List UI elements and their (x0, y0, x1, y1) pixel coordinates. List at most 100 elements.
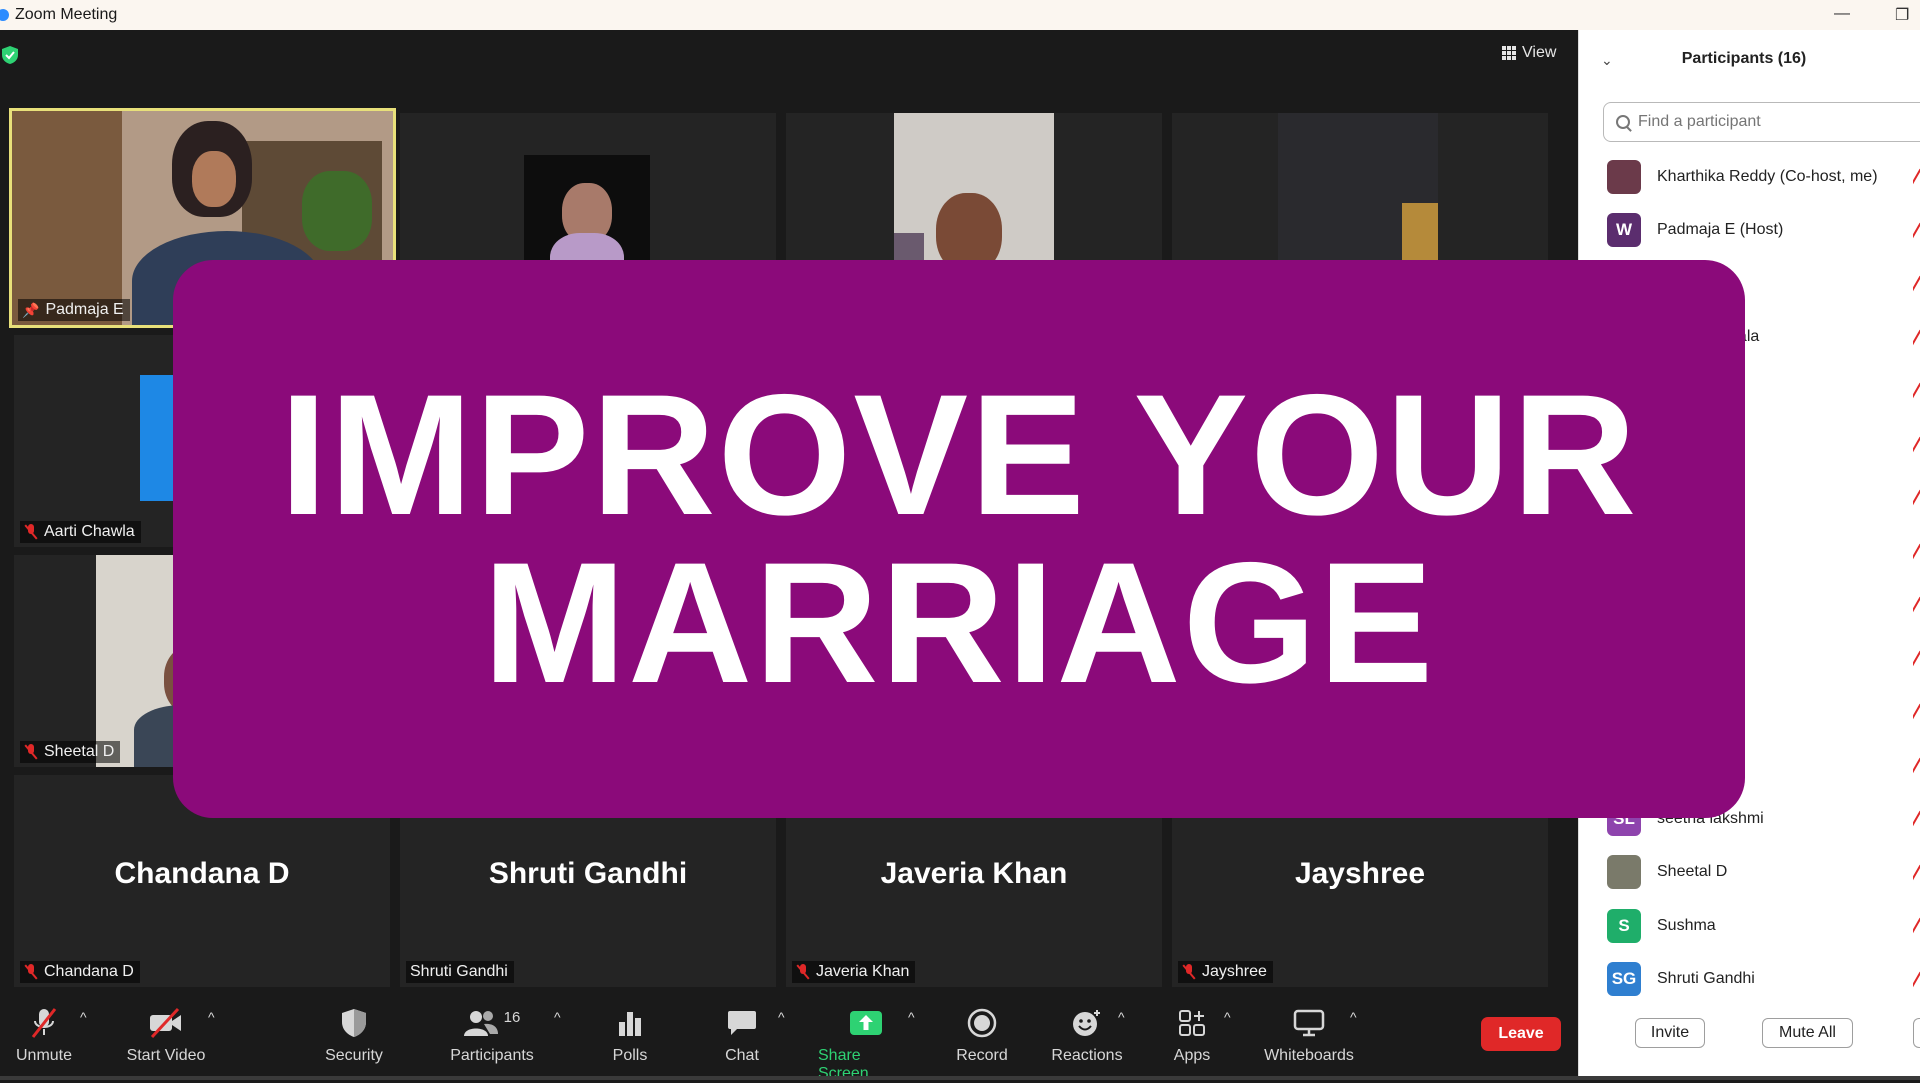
participant-row-name: Shruti Gandhi (1657, 970, 1755, 988)
muted-mic-icon[interactable] (1913, 810, 1920, 828)
chat-bubble-icon (728, 1011, 756, 1035)
participant-name-tag: Aarti Chawla (20, 521, 141, 543)
leave-button[interactable]: Leave (1481, 1017, 1561, 1051)
title-bar: Zoom Meeting — ❐ (0, 0, 1920, 30)
participant-name-tag: Jayshree (1178, 961, 1273, 983)
bottom-edge (0, 1076, 1920, 1080)
participant-name: Padmaja E (45, 301, 124, 318)
whiteboards-options-caret[interactable]: ^ (1350, 1009, 1357, 1025)
whiteboards-button[interactable]: Whiteboards (1262, 1007, 1356, 1065)
apps-options-caret[interactable]: ^ (1224, 1009, 1231, 1025)
participant-avatar (1607, 159, 1641, 194)
reactions-button[interactable]: Reactions (1051, 1007, 1123, 1065)
participant-avatar (1607, 855, 1641, 890)
apps-button[interactable]: Apps (1170, 1007, 1214, 1065)
apps-label: Apps (1173, 1047, 1211, 1064)
muted-mic-icon[interactable] (1913, 436, 1920, 454)
participants-icon (463, 1011, 498, 1036)
share-options-caret[interactable]: ^ (908, 1009, 915, 1025)
participant-row[interactable]: S Sushma (1579, 899, 1920, 953)
participants-button[interactable]: 16 Participants (448, 1007, 536, 1065)
security-button[interactable]: Security (322, 1007, 386, 1065)
more-button[interactable] (1913, 1018, 1920, 1048)
muted-mic-icon (24, 524, 38, 540)
view-label: View (1522, 44, 1557, 61)
participant-name: Javeria Khan (816, 963, 910, 980)
participant-search[interactable] (1603, 102, 1920, 142)
participant-count: 16 (503, 1008, 521, 1026)
record-button[interactable]: Record (956, 1007, 1008, 1065)
record-icon (967, 1008, 997, 1038)
participant-row-name: Kharthika Reddy (Co-host, me) (1657, 167, 1878, 185)
meeting-toolbar: Unmute ^ Start Video ^ Security 16 Parti… (0, 993, 1578, 1083)
view-button[interactable]: View (1502, 44, 1556, 62)
muted-mic-icon[interactable] (1913, 596, 1920, 614)
participants-options-caret[interactable]: ^ (554, 1009, 561, 1025)
reactions-label: Reactions (1051, 1047, 1123, 1064)
unmute-label: Unmute (15, 1047, 73, 1064)
chat-options-caret[interactable]: ^ (778, 1009, 785, 1025)
muted-mic-icon[interactable] (1913, 168, 1920, 186)
participant-display-name: Javeria Khan (880, 857, 1068, 890)
participant-row[interactable]: Sheetal D (1579, 846, 1920, 900)
muted-mic-icon[interactable] (1913, 275, 1920, 293)
participant-display-name: Jayshree (1294, 857, 1426, 890)
participant-name: Aarti Chawla (44, 523, 135, 540)
muted-mic-icon[interactable] (1913, 971, 1920, 989)
share-screen-button[interactable]: Share Screen (818, 1007, 914, 1083)
start-video-label: Start Video (126, 1047, 206, 1064)
reactions-options-caret[interactable]: ^ (1118, 1009, 1125, 1025)
participant-avatar: W (1607, 213, 1641, 248)
participant-search-input[interactable] (1638, 113, 1908, 131)
participant-name: Sheetal D (44, 743, 115, 760)
participant-name-tag: Javeria Khan (792, 961, 916, 983)
muted-mic-icon[interactable] (1913, 917, 1920, 935)
muted-mic-icon (1182, 964, 1196, 980)
encryption-shield-icon[interactable] (2, 46, 18, 64)
participant-row[interactable]: Kharthika Reddy (Co-host, me) (1579, 150, 1920, 204)
mute-all-button[interactable]: Mute All (1762, 1018, 1853, 1048)
participant-row[interactable]: SG Shruti Gandhi (1579, 953, 1920, 1007)
start-video-button[interactable]: Start Video (124, 1007, 208, 1065)
grid-view-icon (1502, 46, 1516, 60)
shield-icon (342, 1009, 366, 1037)
video-options-caret[interactable]: ^ (208, 1009, 215, 1025)
invite-button[interactable]: Invite (1635, 1018, 1705, 1048)
audio-options-caret[interactable]: ^ (80, 1009, 87, 1025)
participant-name: Jayshree (1202, 963, 1267, 980)
muted-mic-icon[interactable] (1913, 329, 1920, 347)
participant-name-tag: 📌 Padmaja E (18, 299, 130, 321)
muted-mic-icon[interactable] (1913, 864, 1920, 882)
overlay-headline-line-2: MARRIAGE (482, 527, 1436, 719)
muted-mic-icon[interactable] (1913, 222, 1920, 240)
muted-mic-icon (24, 744, 38, 760)
search-icon (1616, 115, 1630, 129)
restore-button[interactable]: ❐ (1895, 5, 1909, 25)
minimize-button[interactable]: — (1834, 5, 1850, 23)
muted-mic-icon[interactable] (1913, 382, 1920, 400)
participant-display-name: Chandana D (114, 857, 290, 890)
participants-panel-title: Participants (16) (1681, 50, 1807, 67)
muted-mic-icon[interactable] (1913, 543, 1920, 561)
share-screen-icon (850, 1011, 882, 1035)
security-label: Security (325, 1047, 383, 1064)
muted-mic-icon[interactable] (1913, 757, 1920, 775)
promo-overlay: IMPROVE YOUR MARRIAGE (173, 260, 1745, 818)
polls-button[interactable]: Polls (610, 1007, 650, 1065)
participant-row[interactable]: W Padmaja E (Host) (1579, 204, 1920, 258)
muted-mic-icon (796, 964, 810, 980)
muted-mic-icon[interactable] (1913, 489, 1920, 507)
muted-microphone-icon (31, 1008, 57, 1038)
muted-mic-icon (24, 964, 38, 980)
unmute-button[interactable]: Unmute (14, 1007, 74, 1065)
whiteboards-label: Whiteboards (1264, 1047, 1354, 1064)
muted-mic-icon[interactable] (1913, 703, 1920, 721)
chat-button[interactable]: Chat (722, 1007, 762, 1065)
participant-name-tag: Shruti Gandhi (406, 961, 514, 983)
window-title: Zoom Meeting (15, 6, 118, 23)
participants-label: Participants (450, 1047, 534, 1064)
participant-name: Chandana D (44, 963, 134, 980)
chat-label: Chat (725, 1047, 759, 1064)
muted-mic-icon[interactable] (1913, 650, 1920, 668)
participant-name-tag: Chandana D (20, 961, 140, 983)
